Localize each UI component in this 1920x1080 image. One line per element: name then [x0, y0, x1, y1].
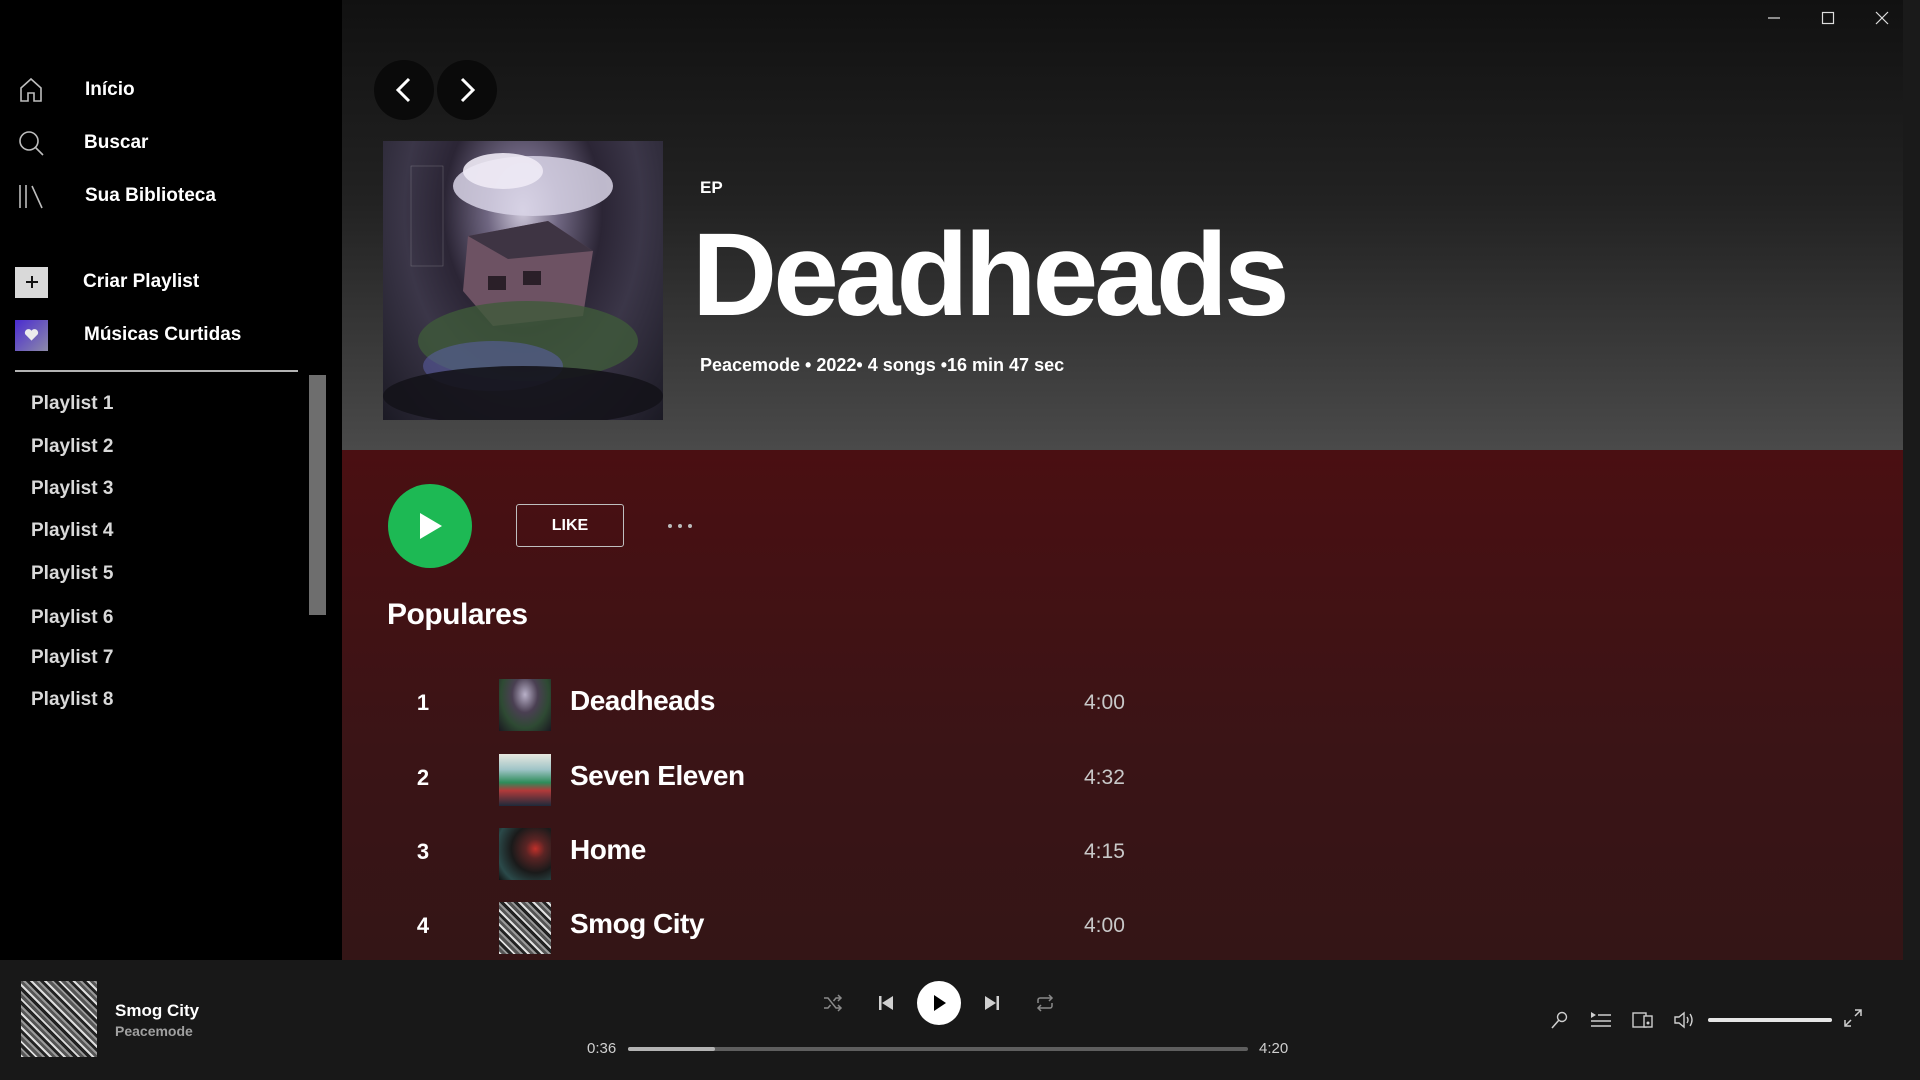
maximize-button[interactable] — [1801, 0, 1855, 36]
play-icon — [420, 513, 442, 539]
next-button[interactable] — [977, 988, 1007, 1018]
chevron-left-icon — [395, 77, 411, 103]
sidebar-item-inicio[interactable]: Início — [0, 70, 320, 110]
track-row[interactable]: 4 Smog City 4:00 — [387, 895, 1327, 955]
heart-icon — [15, 319, 48, 351]
sidebar-playlist-item[interactable]: Playlist 2 — [31, 436, 113, 458]
more-dot — [668, 524, 672, 528]
sidebar-playlist-item[interactable]: Playlist 5 — [31, 563, 113, 585]
maximize-icon — [1821, 11, 1835, 25]
now-playing-artist[interactable]: Peacemode — [115, 1023, 193, 1039]
track-duration: 4:32 — [1084, 766, 1125, 789]
create-playlist-button[interactable]: Criar Playlist — [0, 262, 320, 302]
sidebar-divider — [15, 370, 298, 372]
microphone-icon — [1551, 1011, 1568, 1029]
track-number: 1 — [416, 690, 430, 715]
volume-fill — [1708, 1018, 1832, 1022]
album-cover — [383, 141, 663, 420]
track-name: Seven Eleven — [570, 760, 745, 791]
skip-forward-icon — [985, 996, 999, 1010]
play-pause-button[interactable] — [917, 981, 961, 1025]
minimize-icon — [1768, 17, 1780, 19]
previous-button[interactable] — [871, 988, 901, 1018]
track-row[interactable]: 3 Home 4:15 — [387, 821, 1327, 881]
sidebar-playlist-item[interactable]: Playlist 4 — [31, 520, 113, 542]
queue-button[interactable] — [1586, 1005, 1616, 1035]
minimize-button[interactable] — [1747, 0, 1801, 36]
now-playing-title[interactable]: Smog City — [115, 1001, 199, 1021]
volume-slider[interactable] — [1708, 1018, 1832, 1022]
play-icon — [934, 995, 946, 1011]
track-thumbnail — [499, 679, 551, 731]
devices-button[interactable] — [1628, 1005, 1658, 1035]
track-row[interactable]: 1 Deadheads 4:00 — [387, 672, 1327, 732]
expand-icon — [1844, 1009, 1862, 1027]
play-album-button[interactable] — [388, 484, 472, 568]
track-number: 2 — [416, 765, 430, 790]
fullscreen-button[interactable] — [1838, 1003, 1868, 1033]
track-thumbnail — [499, 754, 551, 806]
more-dot — [678, 524, 682, 528]
track-name: Deadheads — [570, 685, 715, 716]
album-title: Deadheads — [692, 209, 1290, 341]
sidebar-playlist-item[interactable]: Playlist 1 — [31, 393, 113, 415]
main-scrollbar[interactable] — [1903, 0, 1920, 960]
sidebar-item-library[interactable]: Sua Biblioteca — [0, 176, 320, 216]
album-type: EP — [700, 178, 723, 197]
sidebar-playlist-item[interactable]: Playlist 8 — [31, 689, 113, 711]
volume-icon — [1674, 1011, 1693, 1029]
track-duration: 4:00 — [1084, 914, 1125, 937]
main-content: EP Deadheads Peacemode • 2022• 4 songs •… — [342, 0, 1920, 960]
devices-icon — [1632, 1012, 1653, 1028]
track-row[interactable]: 2 Seven Eleven 4:32 — [387, 747, 1327, 807]
total-time: 4:20 — [1259, 1040, 1289, 1057]
album-meta: Peacemode • 2022• 4 songs •16 min 47 sec — [700, 355, 1065, 375]
sidebar-item-buscar[interactable]: Buscar — [0, 123, 320, 163]
more-dot — [688, 524, 692, 528]
liked-songs-button[interactable]: Músicas Curtidas — [0, 315, 320, 355]
track-name: Smog City — [570, 908, 704, 939]
volume-button[interactable] — [1670, 1005, 1700, 1035]
close-icon — [1875, 11, 1889, 25]
like-button[interactable]: LIKE — [516, 504, 624, 547]
search-icon — [16, 128, 46, 158]
plus-icon — [15, 266, 48, 298]
progress-fill — [628, 1047, 715, 1051]
more-options-button[interactable] — [658, 508, 702, 544]
progress-bar[interactable] — [628, 1047, 1248, 1051]
shuffle-icon — [824, 994, 843, 1012]
close-button[interactable] — [1855, 0, 1909, 36]
sidebar-item-label: Buscar — [84, 132, 149, 153]
queue-icon — [1591, 1012, 1611, 1027]
liked-songs-label: Músicas Curtidas — [84, 324, 242, 345]
repeat-button[interactable] — [1030, 988, 1060, 1018]
elapsed-time: 0:36 — [587, 1040, 617, 1057]
sidebar-item-label: Sua Biblioteca — [85, 185, 216, 206]
repeat-icon — [1036, 994, 1054, 1012]
library-icon — [16, 181, 46, 211]
sidebar-item-label: Início — [85, 79, 135, 100]
sidebar-playlist-item[interactable]: Playlist 3 — [31, 478, 113, 500]
skip-back-icon — [879, 996, 893, 1010]
track-name: Home — [570, 834, 646, 865]
create-playlist-label: Criar Playlist — [83, 271, 200, 292]
home-icon — [16, 75, 46, 105]
chevron-right-icon — [460, 77, 476, 103]
sidebar-playlist-item[interactable]: Playlist 7 — [31, 647, 113, 669]
sidebar-playlist-item[interactable]: Playlist 6 — [31, 607, 113, 629]
back-button[interactable] — [374, 60, 434, 120]
track-number: 3 — [416, 839, 430, 864]
track-duration: 4:00 — [1084, 691, 1125, 714]
track-thumbnail — [499, 902, 551, 954]
lyrics-button[interactable] — [1544, 1005, 1574, 1035]
sidebar-scrollbar[interactable] — [309, 375, 326, 615]
shuffle-button[interactable] — [818, 988, 848, 1018]
track-number: 4 — [416, 913, 430, 938]
track-thumbnail — [499, 828, 551, 880]
track-duration: 4:15 — [1084, 840, 1125, 863]
section-title: Populares — [387, 598, 528, 631]
sidebar: Início Buscar Sua Biblioteca Criar Playl… — [0, 0, 342, 960]
forward-button[interactable] — [437, 60, 497, 120]
now-playing-cover — [21, 981, 97, 1057]
